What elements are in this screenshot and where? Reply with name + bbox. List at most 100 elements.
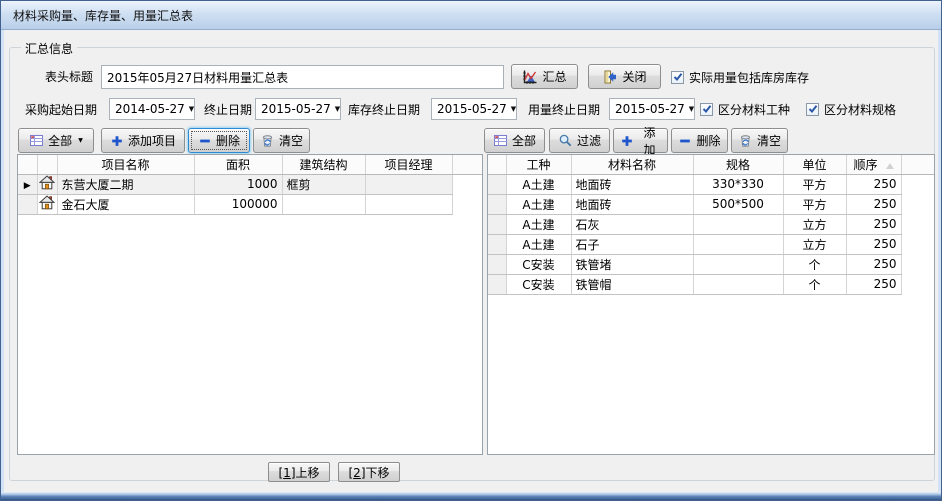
table-row[interactable]: A土建石子 立方250 bbox=[488, 234, 934, 254]
row-selector-cell[interactable] bbox=[488, 234, 506, 254]
cell-spec[interactable] bbox=[693, 234, 783, 254]
row-selector-cell[interactable] bbox=[488, 214, 506, 234]
cell-worktype[interactable]: A土建 bbox=[506, 234, 571, 254]
cell-order[interactable]: 250 bbox=[846, 174, 901, 194]
right-clear-button[interactable]: 清空 bbox=[731, 128, 788, 153]
report-title-input[interactable] bbox=[101, 65, 504, 89]
cell-project-manager[interactable] bbox=[365, 174, 452, 194]
cell-worktype[interactable]: C安装 bbox=[506, 274, 571, 294]
col-material-name[interactable]: 材料名称 bbox=[571, 155, 693, 174]
cell-material-name[interactable]: 地面砖 bbox=[571, 194, 693, 214]
col-order[interactable]: 顺序 bbox=[846, 155, 901, 174]
row-selector-cell[interactable]: ▶ bbox=[18, 174, 37, 194]
cell-area[interactable]: 100000 bbox=[194, 194, 282, 214]
filler-cell bbox=[901, 274, 934, 294]
cell-order[interactable]: 250 bbox=[846, 254, 901, 274]
cell-project-manager[interactable] bbox=[365, 194, 452, 214]
cell-worktype[interactable]: C安装 bbox=[506, 254, 571, 274]
cell-order[interactable]: 250 bbox=[846, 194, 901, 214]
col-spec[interactable]: 规格 bbox=[693, 155, 783, 174]
cell-structure[interactable]: 框剪 bbox=[282, 174, 365, 194]
col-project-name[interactable]: 项目名称 bbox=[57, 155, 194, 174]
table-row[interactable]: A土建地面砖500*500平方250 bbox=[488, 194, 934, 214]
stock-end-date-value: 2015-05-27 bbox=[437, 102, 507, 116]
left-clear-button[interactable]: 清空 bbox=[253, 128, 310, 153]
current-row-marker-icon: ▶ bbox=[24, 181, 31, 191]
cell-spec[interactable]: 500*500 bbox=[693, 194, 783, 214]
add-project-button[interactable]: 添加项目 bbox=[101, 128, 185, 153]
cell-material-name[interactable]: 石灰 bbox=[571, 214, 693, 234]
row-selector-cell[interactable] bbox=[18, 194, 37, 214]
include-warehouse-stock-checkbox[interactable]: 实际用量包括库房库存 bbox=[671, 69, 809, 85]
col-project-manager[interactable]: 项目经理 bbox=[365, 155, 452, 174]
table-row[interactable]: 金石大厦100000 bbox=[18, 194, 482, 214]
distinguish-worktype-checkbox[interactable]: 区分材料工种 bbox=[700, 101, 790, 117]
col-unit[interactable]: 单位 bbox=[783, 155, 846, 174]
cell-spec[interactable]: 330*330 bbox=[693, 174, 783, 194]
cell-material-name[interactable]: 铁管帽 bbox=[571, 274, 693, 294]
distinguish-worktype-label: 区分材料工种 bbox=[718, 101, 790, 118]
filter-button[interactable]: 过滤 bbox=[549, 128, 610, 153]
cell-material-name[interactable]: 铁管堵 bbox=[571, 254, 693, 274]
cell-worktype[interactable]: A土建 bbox=[506, 174, 571, 194]
cell-material-name[interactable]: 地面砖 bbox=[571, 174, 693, 194]
cell-project-name[interactable]: 东营大厦二期 bbox=[57, 174, 194, 194]
close-dialog-button[interactable]: 关闭 bbox=[588, 64, 661, 89]
cell-area[interactable]: 1000 bbox=[194, 174, 282, 194]
col-area[interactable]: 面积 bbox=[194, 155, 282, 174]
filler-cell bbox=[901, 194, 934, 214]
table-row[interactable]: ▶ 东营大厦二期1000框剪 bbox=[18, 174, 482, 194]
table-row[interactable]: C安装铁管堵 个250 bbox=[488, 254, 934, 274]
cell-unit[interactable]: 立方 bbox=[783, 214, 846, 234]
cell-unit[interactable]: 个 bbox=[783, 274, 846, 294]
col-worktype[interactable]: 工种 bbox=[506, 155, 571, 174]
cell-spec[interactable] bbox=[693, 254, 783, 274]
cell-project-name[interactable]: 金石大厦 bbox=[57, 194, 194, 214]
cell-spec[interactable] bbox=[693, 214, 783, 234]
col-structure[interactable]: 建筑结构 bbox=[282, 155, 365, 174]
move-down-button[interactable]: [2]下移 bbox=[338, 462, 400, 482]
cell-worktype[interactable]: A土建 bbox=[506, 214, 571, 234]
distinguish-spec-checkbox[interactable]: 区分材料规格 bbox=[806, 101, 896, 117]
right-add-button[interactable]: 添加 bbox=[613, 128, 668, 153]
summarize-button[interactable]: 汇总 bbox=[511, 64, 578, 89]
cell-order[interactable]: 250 bbox=[846, 234, 901, 254]
cell-spec[interactable] bbox=[693, 274, 783, 294]
purchase-start-date-combo[interactable]: 2014-05-27 ▼ bbox=[109, 98, 195, 120]
cell-order[interactable]: 250 bbox=[846, 214, 901, 234]
end-date-label: 终止日期 bbox=[204, 99, 252, 121]
cell-worktype[interactable]: A土建 bbox=[506, 194, 571, 214]
cell-unit[interactable]: 立方 bbox=[783, 234, 846, 254]
filler-cell bbox=[901, 254, 934, 274]
cell-structure[interactable] bbox=[282, 194, 365, 214]
move-up-button[interactable]: [1]上移 bbox=[268, 462, 330, 482]
table-row[interactable]: C安装铁管帽 个250 bbox=[488, 274, 934, 294]
left-delete-button[interactable]: 删除 bbox=[188, 128, 250, 153]
left-all-button[interactable]: 全部 ▼ bbox=[18, 128, 94, 153]
row-selector-cell[interactable] bbox=[488, 254, 506, 274]
window-title: 材料采购量、库存量、用量汇总表 bbox=[13, 7, 193, 24]
cell-unit[interactable]: 平方 bbox=[783, 194, 846, 214]
table-row[interactable]: A土建石灰 立方250 bbox=[488, 214, 934, 234]
left-delete-button-label: 删除 bbox=[216, 132, 240, 149]
stock-end-date-combo[interactable]: 2015-05-27 ▼ bbox=[431, 98, 517, 120]
cell-unit[interactable]: 个 bbox=[783, 254, 846, 274]
end-date-combo[interactable]: 2015-05-27 ▼ bbox=[255, 98, 341, 120]
checkbox-checked-icon bbox=[700, 103, 713, 116]
sort-ascending-icon bbox=[886, 163, 894, 169]
include-warehouse-stock-label: 实际用量包括库房库存 bbox=[689, 69, 809, 86]
window-frame-left bbox=[1, 30, 4, 492]
row-selector-cell[interactable] bbox=[488, 274, 506, 294]
usage-end-date-combo[interactable]: 2015-05-27 ▼ bbox=[609, 98, 695, 120]
right-all-button[interactable]: 全部 bbox=[484, 128, 545, 153]
table-row[interactable]: A土建地面砖330*330平方250 bbox=[488, 174, 934, 194]
cell-order[interactable]: 250 bbox=[846, 274, 901, 294]
cell-material-name[interactable]: 石子 bbox=[571, 234, 693, 254]
right-all-button-label: 全部 bbox=[512, 132, 536, 149]
filler-cell bbox=[452, 174, 482, 194]
right-delete-button[interactable]: 删除 bbox=[671, 128, 728, 153]
row-selector-cell[interactable] bbox=[488, 194, 506, 214]
title-bar[interactable]: 材料采购量、库存量、用量汇总表 bbox=[1, 1, 941, 30]
cell-unit[interactable]: 平方 bbox=[783, 174, 846, 194]
row-selector-cell[interactable] bbox=[488, 174, 506, 194]
